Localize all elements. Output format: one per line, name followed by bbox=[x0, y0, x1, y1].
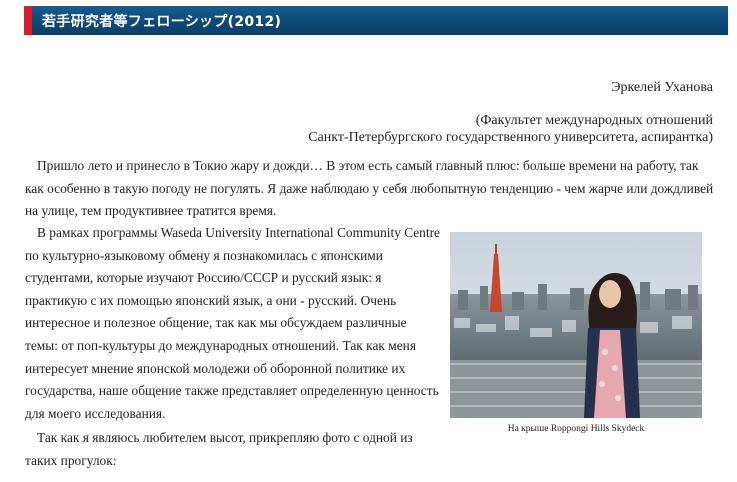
paragraph-3: Так как я являюсь любителем высот, прикр… bbox=[25, 430, 413, 468]
paragraph-1: Пришло лето и принесло в Токио жару и до… bbox=[25, 158, 714, 219]
section-header: 若手研究者等フェローシップ(2012) bbox=[24, 6, 728, 35]
author-name: Эркелей Уханова bbox=[611, 80, 713, 95]
page-title: 若手研究者等フェローシップ(2012) bbox=[42, 14, 282, 30]
author-affiliation: (Факультет международных отношений Санкт… bbox=[308, 112, 713, 146]
paragraph-2: В рамках программы Waseda University Int… bbox=[25, 225, 440, 421]
photo-caption: На крыше Roppongi Hills Skydeck bbox=[507, 424, 645, 434]
affiliation-line-1: (Факультет международных отношений bbox=[475, 113, 713, 128]
skydeck-photo bbox=[450, 232, 702, 418]
affiliation-line-2: Санкт-Петербургского государственного ун… bbox=[308, 130, 713, 145]
